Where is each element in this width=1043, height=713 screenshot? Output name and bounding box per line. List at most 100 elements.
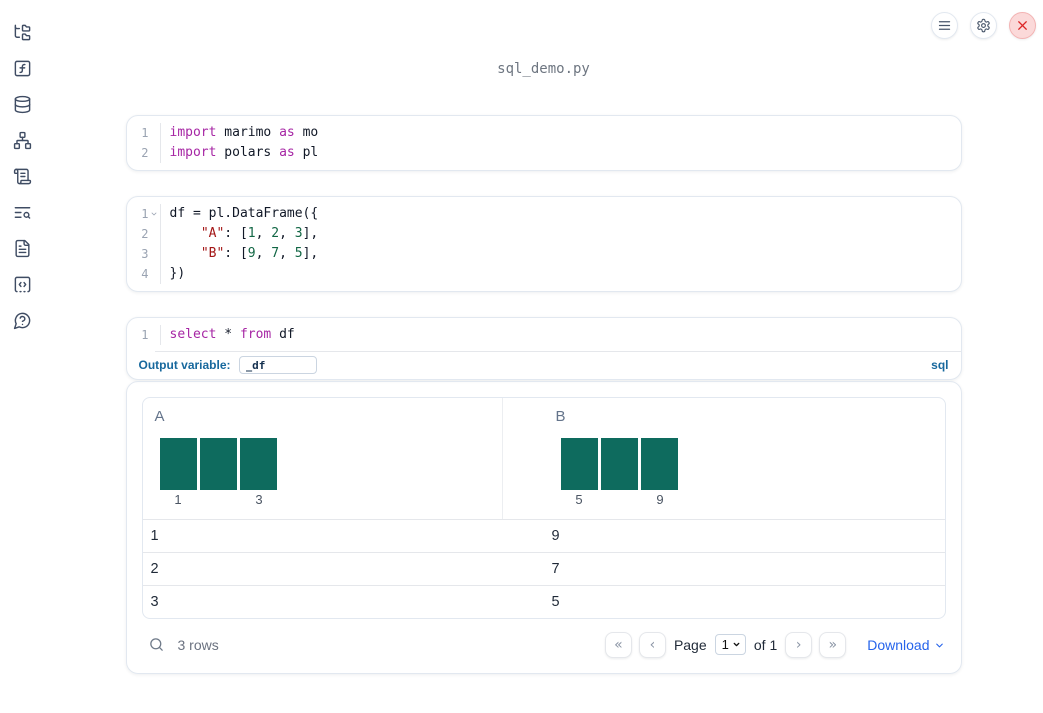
histogram-bar xyxy=(600,438,639,490)
column-header-b[interactable]: B 59 xyxy=(544,398,945,519)
code-line: 1 select * from df xyxy=(127,325,961,345)
code-line: 1 df = pl.DataFrame({ xyxy=(127,204,961,224)
table-cell: 2 xyxy=(150,561,159,577)
table-search-button[interactable] xyxy=(148,636,165,653)
page-select[interactable]: 1 xyxy=(714,634,746,655)
histogram-bar xyxy=(560,438,598,490)
chevron-down-icon xyxy=(935,643,943,648)
sidebar-item-data-sources[interactable] xyxy=(12,95,32,114)
code-line: 4}) xyxy=(127,264,961,284)
table-row: 35 xyxy=(143,586,945,618)
code-editor-line[interactable]: }) xyxy=(159,264,961,284)
notebook-filename[interactable]: sql_demo.py xyxy=(44,0,1043,77)
line-gutter: 1 xyxy=(127,325,160,345)
chevron-right-icon: › xyxy=(795,636,802,653)
sidebar-item-help[interactable] xyxy=(12,311,32,330)
table-cell: 7 xyxy=(551,561,560,577)
line-number: 2 xyxy=(141,146,149,160)
notebook: 1 import marimo as mo 2 import polars as pl… xyxy=(125,115,962,674)
dataframe-table: A 13 B 59 192735 xyxy=(141,397,946,619)
next-page-button[interactable]: › xyxy=(785,631,813,658)
chevron-left-icon: ‹ xyxy=(649,636,656,653)
gear-icon xyxy=(977,18,990,33)
chevrons-left-icon: « xyxy=(614,636,623,653)
table-cell: 5 xyxy=(551,594,560,610)
last-page-button[interactable]: » xyxy=(819,631,847,658)
line-gutter: 2 xyxy=(127,224,160,244)
column-header-a[interactable]: A 13 xyxy=(143,398,544,519)
code-editor-line[interactable]: select * from df xyxy=(159,325,961,345)
table-footer: 3 rows « ‹ Page 1 of 1 › » Download xyxy=(142,631,946,658)
sidebar-item-dependencies[interactable] xyxy=(12,131,32,150)
code-cell-sql[interactable]: 1 select * from df Output variable: sql xyxy=(125,317,962,380)
sidebar-item-variables[interactable] xyxy=(12,59,32,78)
sql-cell-footer: Output variable: sql xyxy=(127,352,961,379)
chevrons-right-icon: » xyxy=(828,636,838,653)
line-gutter: 3 xyxy=(127,244,160,264)
prev-page-button[interactable]: ‹ xyxy=(638,631,666,658)
code-editor-line[interactable]: import marimo as mo xyxy=(159,123,961,143)
histogram-bar xyxy=(199,438,238,490)
sidebar-item-logs[interactable] xyxy=(12,203,32,222)
notebook-menu-button[interactable] xyxy=(931,12,958,39)
download-button[interactable]: Download xyxy=(867,637,944,653)
table-cell: 1 xyxy=(150,528,159,544)
code-line: 2 import polars as pl xyxy=(127,143,961,163)
code-cell-dataframe[interactable]: 1 df = pl.DataFrame({2 "A": [1, 2, 3], 3 "… xyxy=(125,196,962,292)
settings-button[interactable] xyxy=(970,12,997,39)
line-gutter: 1 xyxy=(127,204,160,224)
histogram-axis-labels: 13 xyxy=(160,492,278,507)
column-name: A xyxy=(154,408,165,425)
function-square-icon xyxy=(14,60,30,77)
column-histogram: 59 xyxy=(560,438,679,507)
code-line: 2 "A": [1, 2, 3], xyxy=(127,224,961,244)
sidebar-item-file-explorer[interactable] xyxy=(12,23,32,42)
code-editor-line[interactable]: "A": [1, 2, 3], xyxy=(159,224,961,244)
folder-tree-icon xyxy=(14,24,30,41)
code-square-icon xyxy=(14,276,30,293)
scroll-text-icon xyxy=(13,168,31,185)
histogram-axis-labels: 59 xyxy=(561,492,679,507)
list-search-icon xyxy=(14,207,30,219)
axis-label: 9 xyxy=(656,492,664,507)
table-body: 192735 xyxy=(142,520,945,618)
close-x-icon xyxy=(1018,21,1027,30)
sidebar-item-scratchpad[interactable] xyxy=(12,167,32,186)
sidebar-item-snippets[interactable] xyxy=(12,275,32,294)
chevron-down-icon xyxy=(733,642,740,647)
line-number: 1 xyxy=(141,207,149,221)
histogram-bar xyxy=(240,438,278,490)
line-number: 4 xyxy=(141,267,149,281)
table-cell: 9 xyxy=(551,528,560,544)
pagination: « ‹ Page 1 of 1 › » Download xyxy=(604,631,945,658)
language-badge: sql xyxy=(931,358,949,372)
axis-label: 5 xyxy=(575,492,583,507)
notebook-actions xyxy=(931,12,1036,39)
output-variable-input[interactable] xyxy=(238,356,317,374)
code-editor-line[interactable]: import polars as pl xyxy=(159,143,961,163)
file-text-icon xyxy=(14,239,30,258)
code-editor-line[interactable]: "B": [9, 7, 5], xyxy=(159,244,961,264)
shutdown-button[interactable] xyxy=(1009,12,1036,39)
search-icon xyxy=(149,638,163,651)
line-gutter: 4 xyxy=(127,264,160,284)
line-number: 2 xyxy=(141,227,149,241)
histogram-bars xyxy=(560,438,679,490)
download-label: Download xyxy=(867,636,930,653)
first-page-button[interactable]: « xyxy=(604,631,632,658)
sidebar-item-documentation[interactable] xyxy=(12,239,32,258)
database-icon xyxy=(14,95,30,114)
table-cell: 3 xyxy=(150,594,159,610)
code-line: 3 "B": [9, 7, 5], xyxy=(127,244,961,264)
fold-chevron-icon[interactable] xyxy=(149,204,160,224)
page-of-label: of 1 xyxy=(753,636,778,653)
code-cell-imports[interactable]: 1 import marimo as mo 2 import polars as pl xyxy=(125,115,962,171)
line-number: 3 xyxy=(141,247,149,261)
network-graph-icon xyxy=(13,131,31,150)
code-editor-line[interactable]: df = pl.DataFrame({ xyxy=(159,204,961,224)
